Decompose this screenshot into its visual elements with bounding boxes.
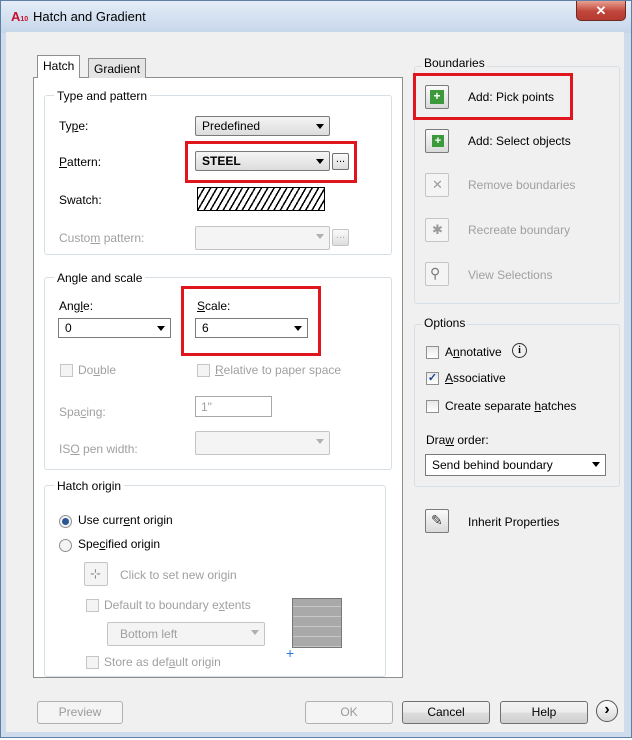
brush-icon: ✎: [431, 512, 443, 528]
angle-value: 0: [65, 321, 72, 335]
chevron-down-icon: [294, 326, 302, 331]
double-label: Double: [78, 363, 117, 377]
tab-gradient[interactable]: Gradient: [88, 58, 147, 78]
chevron-right-icon: ›: [604, 701, 610, 718]
set-origin-button[interactable]: ⊹: [84, 562, 108, 586]
chevron-down-icon: [251, 630, 259, 635]
click-set-origin-label: Click to set new origin: [120, 568, 237, 582]
annotative-label: Annotative: [445, 345, 502, 359]
pattern-swatch[interactable]: [197, 187, 325, 211]
scale-value: 6: [202, 321, 209, 335]
hatch-origin-group-label: Hatch origin: [54, 479, 125, 493]
pattern-browse-button[interactable]: ...: [332, 153, 349, 170]
draw-order-value: Send behind boundary: [432, 458, 553, 472]
view-selections-label: View Selections: [468, 268, 553, 282]
inherit-properties-button[interactable]: ✎: [425, 509, 449, 533]
store-default-origin-checkbox[interactable]: [86, 656, 99, 669]
ok-button[interactable]: OK: [305, 701, 393, 724]
iso-pen-width-label: ISO pen width:: [59, 442, 138, 456]
autocad-icon: A10: [11, 9, 29, 24]
default-boundary-extents-checkbox[interactable]: [86, 599, 99, 612]
info-icon[interactable]: i: [512, 343, 527, 358]
chevron-down-icon: [316, 439, 324, 444]
specified-origin-radio[interactable]: [59, 539, 72, 552]
associative-checkbox[interactable]: ✓: [426, 372, 439, 385]
draw-order-label: Draw order:: [426, 433, 489, 447]
brick-pattern-preview-icon: [292, 598, 342, 648]
pattern-dropdown[interactable]: STEEL: [195, 151, 330, 171]
associative-label: Associative: [445, 371, 506, 385]
pick-points-label: Add: Pick points: [468, 90, 555, 104]
use-current-origin-radio[interactable]: [59, 515, 72, 528]
double-checkbox[interactable]: [60, 364, 73, 377]
pick-points-button[interactable]: +: [425, 85, 449, 109]
window-title: Hatch and Gradient: [33, 9, 146, 24]
add-icon: +: [430, 90, 444, 104]
store-default-origin-label: Store as default origin: [104, 655, 221, 669]
options-group-label: Options: [422, 316, 468, 330]
chevron-down-icon: [316, 124, 324, 129]
chevron-down-icon: [157, 326, 165, 331]
relative-paper-space-label: Relative to paper space: [215, 363, 342, 377]
chevron-down-icon: [592, 462, 600, 467]
view-selections-button[interactable]: ⚲: [425, 262, 449, 286]
relative-paper-space-checkbox[interactable]: [197, 364, 210, 377]
recreate-icon: ✱: [432, 222, 443, 237]
angle-dropdown[interactable]: 0: [58, 318, 171, 338]
scale-label: Scale:: [197, 299, 231, 313]
type-label: Type:: [59, 119, 89, 133]
separate-hatches-label: Create separate hatches: [445, 399, 577, 413]
remove-boundaries-label: Remove boundaries: [468, 178, 576, 192]
origin-position-dropdown[interactable]: Bottom left: [107, 622, 265, 646]
remove-boundaries-button[interactable]: ✕: [425, 173, 449, 197]
origin-marker-icon: +: [286, 645, 295, 661]
select-objects-button[interactable]: +: [425, 129, 449, 153]
crosshair-icon: ⊹: [90, 566, 101, 581]
pattern-label: Pattern:: [59, 155, 102, 169]
remove-icon: ✕: [432, 177, 443, 192]
recreate-boundary-label: Recreate boundary: [468, 223, 571, 237]
pattern-value: STEEL: [202, 154, 241, 168]
add-icon: +: [432, 135, 444, 147]
swatch-label: Swatch:: [59, 193, 102, 207]
type-value: Predefined: [202, 119, 261, 133]
angle-scale-group-label: Angle and scale: [54, 271, 146, 285]
iso-pen-width-dropdown[interactable]: [195, 431, 330, 455]
more-options-button[interactable]: ›: [596, 700, 618, 722]
chevron-down-icon: [316, 234, 324, 239]
magnifier-icon: ⚲: [430, 265, 441, 281]
custom-pattern-dropdown[interactable]: [195, 226, 330, 250]
origin-position-value: Bottom left: [120, 627, 178, 641]
preview-button[interactable]: Preview: [37, 701, 123, 724]
title-bar[interactable]: A10 Hatch and Gradient ✕: [1, 1, 631, 33]
custom-pattern-label: Custom pattern:: [59, 231, 145, 245]
separate-hatches-checkbox[interactable]: [426, 400, 439, 413]
spacing-value: 1": [201, 400, 212, 414]
type-dropdown[interactable]: Predefined: [195, 116, 330, 136]
select-objects-label: Add: Select objects: [468, 134, 571, 148]
inherit-properties-label: Inherit Properties: [468, 515, 560, 529]
annotative-checkbox[interactable]: [426, 346, 439, 359]
spacing-label: Spacing:: [59, 405, 106, 419]
type-pattern-group-label: Type and pattern: [54, 89, 151, 103]
help-button[interactable]: Help: [500, 701, 588, 724]
boundaries-group-label: Boundaries: [422, 56, 487, 70]
default-boundary-extents-label: Default to boundary extents: [104, 598, 251, 612]
draw-order-dropdown[interactable]: Send behind boundary: [425, 454, 606, 476]
tab-hatch[interactable]: Hatch: [37, 55, 81, 78]
use-current-origin-label: Use current origin: [78, 513, 173, 527]
chevron-down-icon: [316, 159, 324, 164]
scale-dropdown[interactable]: 6: [195, 318, 308, 338]
custom-pattern-browse-button[interactable]: ...: [332, 229, 349, 246]
cancel-button[interactable]: Cancel: [402, 701, 490, 724]
specified-origin-label: Specified origin: [78, 537, 161, 551]
spacing-input[interactable]: 1": [195, 396, 272, 417]
angle-label: Angle:: [59, 299, 94, 313]
close-button[interactable]: ✕: [576, 1, 626, 21]
recreate-boundary-button[interactable]: ✱: [425, 218, 449, 242]
